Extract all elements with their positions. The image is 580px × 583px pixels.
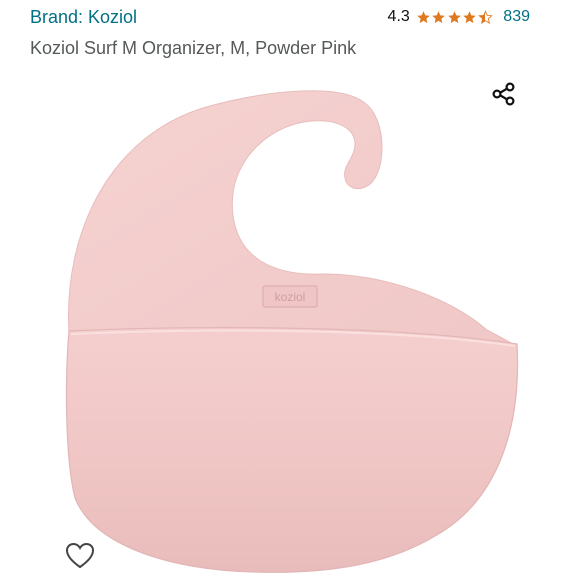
star-full-icon [417, 10, 430, 23]
product-title: Koziol Surf M Organizer, M, Powder Pink [30, 38, 357, 58]
product-image[interactable]: koziol [55, 78, 535, 578]
svg-text:koziol: koziol [275, 290, 306, 304]
rating-value: 4.3 [387, 8, 410, 25]
brand-link[interactable]: Brand: Koziol [30, 4, 137, 30]
star-rating [416, 9, 494, 25]
star-full-icon [448, 10, 461, 23]
heart-outline-icon [65, 542, 95, 569]
header-row: Brand: Koziol 4.3 839 [30, 4, 530, 30]
organizer-illustration: koziol [65, 90, 519, 573]
rating-block[interactable]: 4.3 839 [388, 4, 530, 30]
star-full-icon [432, 10, 446, 23]
review-count-link[interactable]: 839 [503, 8, 530, 26]
star-full-icon [463, 10, 477, 23]
star-half-icon [477, 9, 493, 24]
wishlist-button[interactable] [64, 540, 96, 572]
